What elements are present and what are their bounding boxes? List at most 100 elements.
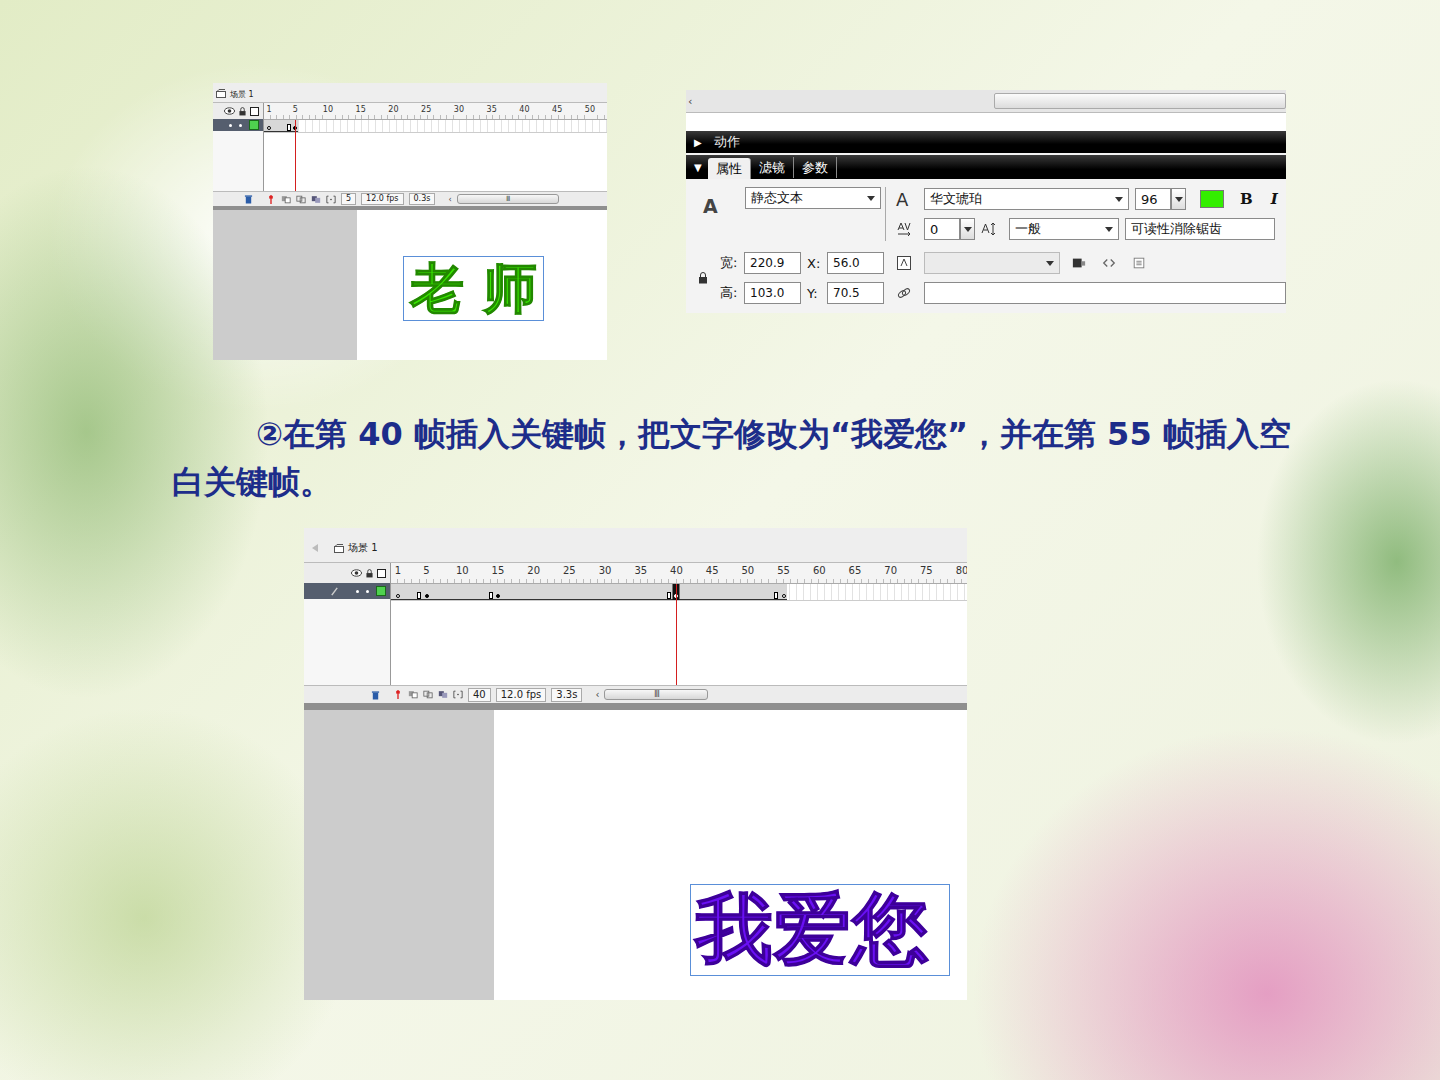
ruler-tick: 30: [599, 565, 612, 576]
keyframe[interactable]: [396, 594, 400, 598]
bold-button[interactable]: B: [1240, 190, 1253, 208]
keyframe[interactable]: [782, 594, 786, 598]
properties-screenshot: ‹▶动作▼属性滤镜参数A静态文本A华文琥珀96BI0一般可读性消除锯齿宽:220…: [686, 90, 1286, 313]
frame-rate[interactable]: 12.0 fps: [496, 688, 547, 702]
scroll-left-button[interactable]: ‹: [448, 195, 451, 204]
timeline-status-bar: 4012.0 fps3.3s‹III: [304, 685, 967, 703]
font-select[interactable]: 华文琥珀: [924, 188, 1129, 210]
stage-canvas[interactable]: 老 师: [357, 210, 607, 360]
lock-dot[interactable]: [239, 124, 242, 127]
outline-icon[interactable]: [377, 569, 386, 578]
collapse-arrow[interactable]: ▶: [694, 137, 702, 148]
panel-tab[interactable]: 滤镜: [751, 157, 794, 178]
italic-button[interactable]: I: [1271, 190, 1278, 208]
expand-arrow[interactable]: ▼: [694, 162, 702, 173]
pasteboard: [213, 210, 357, 360]
width-input[interactable]: 220.9: [744, 252, 801, 274]
keyframe[interactable]: [425, 594, 429, 598]
text-tool-label: A: [703, 195, 718, 217]
layer-color-swatch[interactable]: [376, 586, 386, 596]
scroll-left-button[interactable]: ‹: [595, 689, 599, 700]
trash-icon[interactable]: [244, 194, 253, 204]
layer-color-swatch[interactable]: [249, 120, 259, 130]
panel-scrollbar[interactable]: ‹: [686, 90, 1286, 113]
outline-icon[interactable]: [250, 107, 259, 116]
border-icon[interactable]: [1132, 256, 1146, 270]
stage: 老 师: [213, 210, 607, 360]
pasteboard: [304, 710, 494, 1000]
onion-skin-icon[interactable]: [408, 690, 418, 699]
timeline-status-bar: 512.0 fps0.3s‹III: [213, 191, 607, 206]
keyframe[interactable]: [496, 594, 500, 598]
frame-ruler[interactable]: 15101520253035404550556065707580: [391, 563, 967, 584]
horizontal-scrollbar[interactable]: III: [457, 194, 559, 204]
letter-spacing-dropdown[interactable]: [960, 218, 975, 240]
ruler-tick: 25: [563, 565, 576, 576]
frames-area[interactable]: 15101520253035404550: [264, 103, 607, 191]
frame-row[interactable]: [391, 584, 967, 601]
center-frame-icon[interactable]: [266, 195, 276, 204]
lock-dot[interactable]: [366, 590, 369, 593]
scroll-grip[interactable]: III: [506, 195, 509, 203]
font-size-input[interactable]: 96: [1135, 188, 1171, 210]
panel-tab[interactable]: 属性: [708, 158, 751, 179]
text-field-icon: [896, 255, 912, 271]
text-color-swatch[interactable]: [1200, 190, 1224, 208]
text-type-select[interactable]: 静态文本: [745, 187, 881, 209]
ruler-tick: 35: [487, 105, 497, 114]
onion-markers-icon[interactable]: [453, 690, 463, 699]
eye-icon[interactable]: [224, 107, 235, 115]
antialias-select[interactable]: 可读性消除锯齿: [1125, 218, 1275, 240]
scroll-grip[interactable]: III: [654, 690, 659, 700]
panel-tab[interactable]: 参数: [794, 157, 837, 178]
edit-multiple-icon[interactable]: [311, 195, 321, 204]
frame-ruler[interactable]: 15101520253035404550: [264, 103, 607, 120]
url-input[interactable]: [924, 282, 1286, 304]
selectable-icon[interactable]: [1072, 256, 1086, 270]
stage-canvas[interactable]: 我爱您: [494, 710, 967, 1000]
edit-multiple-icon[interactable]: [438, 690, 448, 699]
layer-row[interactable]: [213, 119, 263, 131]
onion-skin-icon[interactable]: [281, 195, 291, 204]
keyframe[interactable]: [267, 126, 271, 130]
stage-text[interactable]: 老 师: [403, 256, 544, 321]
kerning-select[interactable]: 一般: [1009, 218, 1119, 240]
back-arrow-icon[interactable]: [312, 544, 318, 552]
height-input[interactable]: 103.0: [744, 282, 801, 304]
onion-markers-icon[interactable]: [326, 195, 336, 204]
ruler-tick: 5: [423, 565, 429, 576]
scroll-thumb[interactable]: [994, 93, 1286, 109]
visible-dot[interactable]: [229, 124, 232, 127]
scroll-left-button[interactable]: ‹: [688, 95, 994, 108]
font-size-dropdown[interactable]: [1171, 188, 1186, 210]
onion-outline-icon[interactable]: [296, 195, 306, 204]
lock-ratio-icon[interactable]: [698, 272, 708, 284]
span-end-mark: [489, 592, 493, 599]
scene-label[interactable]: 场景 1: [230, 89, 254, 100]
scene-label[interactable]: 场景 1: [348, 541, 378, 555]
html-icon[interactable]: [1102, 256, 1116, 270]
onion-outline-icon[interactable]: [423, 690, 433, 699]
visible-dot[interactable]: [356, 590, 359, 593]
frame-row[interactable]: [264, 120, 607, 133]
eye-icon[interactable]: [351, 569, 362, 577]
lock-icon[interactable]: [366, 569, 373, 578]
letter-spacing-input[interactable]: 0: [924, 218, 960, 240]
layer-column: [213, 103, 264, 191]
lock-icon[interactable]: [239, 107, 246, 116]
panel-tab-bar: ▼ 属性滤镜参数: [686, 155, 1286, 179]
x-input[interactable]: 56.0: [827, 252, 884, 274]
pencil-icon: [330, 587, 339, 596]
trash-icon[interactable]: [371, 690, 380, 700]
stage-text[interactable]: 我爱您: [690, 884, 950, 976]
frame-rate[interactable]: 12.0 fps: [361, 193, 403, 205]
center-frame-icon[interactable]: [393, 690, 403, 699]
y-input[interactable]: 70.5: [827, 282, 884, 304]
span-end-mark: [417, 592, 421, 599]
actions-panel-header[interactable]: ▶动作: [686, 131, 1286, 153]
frames-area[interactable]: 15101520253035404550556065707580: [391, 563, 967, 685]
horizontal-scrollbar[interactable]: III: [604, 689, 708, 701]
span-end-mark: [287, 124, 291, 131]
layer-row[interactable]: [304, 583, 390, 599]
layer-column: [304, 563, 391, 685]
